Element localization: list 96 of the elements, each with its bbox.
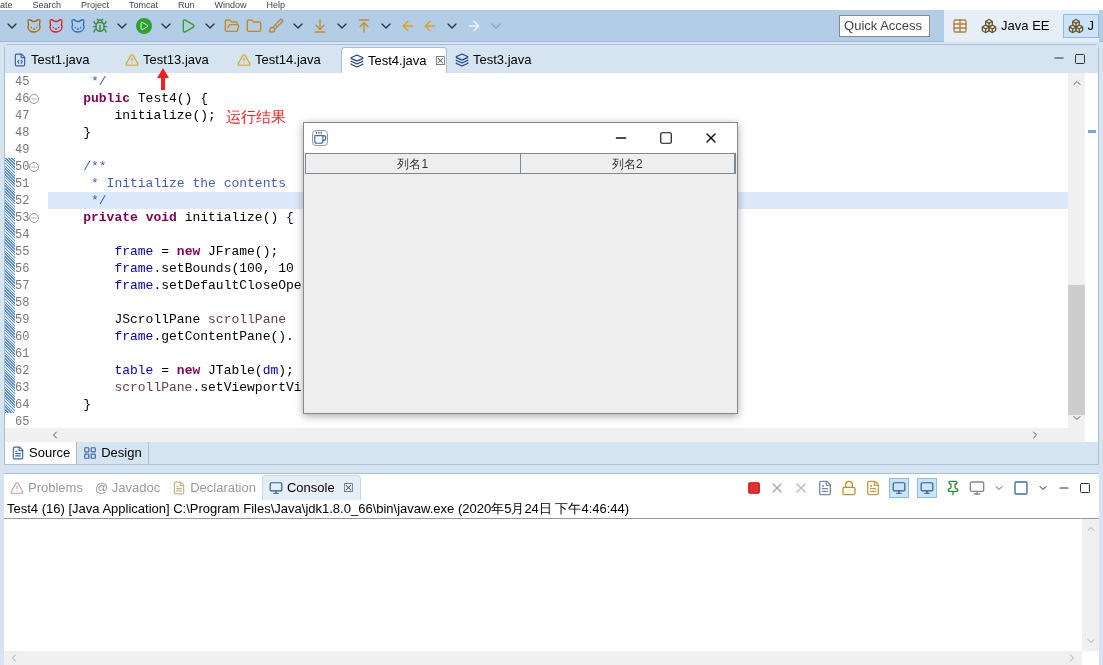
line-number: 61 (15, 345, 30, 363)
line-number: 63 (15, 379, 30, 397)
menu-item[interactable]: Run (178, 0, 195, 10)
cat-icon[interactable] (48, 17, 64, 34)
code-line: scrollPane.setViewportVi (113, 378, 302, 397)
menu-item[interactable]: Window (214, 0, 247, 10)
editor-tab[interactable]: Test1.java (5, 47, 117, 73)
menu-item[interactable]: Search (32, 0, 62, 10)
code-line: initialize(); (113, 106, 216, 125)
code-line: /** (82, 157, 107, 176)
annotation-text: 运行结果 (226, 109, 286, 125)
line-number: 64 (15, 396, 30, 414)
warning-icon (125, 53, 139, 67)
perspective-icon (1067, 17, 1084, 34)
line-number: 60 (15, 328, 30, 346)
perspective-icon (981, 17, 998, 34)
bug-icon[interactable] (92, 17, 108, 34)
line-number: 62 (15, 362, 30, 380)
monitor-icon (268, 481, 283, 495)
pin-icon[interactable] (945, 479, 961, 496)
clear-console-icon[interactable] (817, 479, 833, 496)
editor-mode-tab[interactable]: Source (5, 442, 78, 464)
perspective-button[interactable]: J (1062, 13, 1099, 38)
layers-icon (350, 53, 364, 68)
java-cup-icon (312, 130, 328, 146)
run-icon[interactable] (136, 17, 152, 34)
editor-tab[interactable]: Test13.java (117, 47, 229, 73)
folder-icon[interactable] (246, 17, 262, 34)
warning-icon (10, 480, 24, 495)
scroll-lock-icon[interactable] (841, 479, 857, 496)
cat-icon[interactable] (26, 17, 42, 34)
cat-icon[interactable] (70, 17, 86, 34)
menu-item[interactable]: Help (266, 0, 286, 10)
open-perspective-icon[interactable] (952, 17, 969, 34)
scrollbar-thumb[interactable] (1068, 285, 1085, 415)
code-line: table = new JTable(dm); (113, 361, 294, 380)
line-number: 52 (15, 192, 30, 210)
line-number: 56 (15, 260, 30, 278)
code-line: * Initialize the contents (90, 174, 287, 193)
line-number: 51 (15, 175, 30, 193)
line-number: 59 (15, 311, 30, 329)
code-line: */ (90, 191, 107, 210)
show-error-icon[interactable] (917, 477, 937, 498)
code-line: } (82, 395, 91, 414)
code-line: frame = new JFrame(); (113, 242, 279, 261)
document-icon (11, 446, 25, 460)
folder-icon[interactable] (224, 17, 240, 34)
file-icon (13, 53, 27, 67)
line-number: 49 (15, 141, 30, 159)
code-line: frame.getContentPane(). (113, 327, 294, 346)
editor-tab[interactable]: Test4.java ☒ (341, 47, 447, 73)
play-icon[interactable] (180, 17, 196, 34)
menu-item[interactable]: Tomcat (129, 0, 159, 10)
warning-icon (237, 53, 251, 67)
code-line: public Test4() { (82, 89, 209, 108)
document-icon (172, 480, 187, 495)
monitor-icon[interactable] (969, 479, 985, 496)
menu-item[interactable]: Project (81, 0, 110, 10)
line-number: 50 (15, 158, 30, 176)
line-number: 46 (15, 90, 30, 108)
line-number: 54 (15, 226, 30, 244)
line-number: 48 (15, 124, 30, 142)
line-number: 45 (15, 73, 30, 91)
code-line: frame.setDefaultCloseOpe (113, 276, 302, 295)
quick-access-field[interactable]: Quick Access (839, 14, 931, 37)
arrow-down-icon[interactable] (312, 17, 328, 34)
line-number: 47 (15, 107, 30, 125)
line-number: 65 (15, 413, 30, 431)
panel-tab[interactable]: Console ☒ (261, 475, 361, 500)
menu-item[interactable]: ate (0, 0, 13, 10)
maximize-icon[interactable] (1074, 53, 1086, 65)
editor-tab[interactable]: Test14.java (229, 47, 341, 73)
overview-marker[interactable] (1087, 130, 1096, 133)
maximize-icon[interactable] (659, 131, 673, 145)
console-title: Test4 (16) [Java Application] C:\Program Files\Java\jdk1.8.0_66\bin\javaw.exe (2020年5月24日 下午4:46:44) (7, 500, 630, 519)
code-line: private void initialize() { (82, 208, 294, 227)
code-line: } (82, 123, 91, 142)
layers-icon (455, 53, 469, 67)
stop-icon[interactable] (747, 480, 761, 495)
word-wrap-icon[interactable] (865, 479, 881, 496)
show-output-icon[interactable] (889, 477, 909, 498)
arrow-up-icon[interactable] (356, 17, 372, 34)
grid-icon (83, 446, 98, 460)
perspective-button[interactable]: Java EE (976, 13, 1055, 38)
line-number: 53 (15, 209, 30, 227)
maximize-icon[interactable] (1079, 481, 1091, 494)
code-line: JScrollPane scrollPane (113, 310, 287, 329)
brush-icon[interactable] (268, 17, 284, 34)
code-line: frame.setBounds(100, 10 (113, 259, 294, 278)
line-number: 55 (15, 243, 30, 261)
code-line: */ (90, 72, 107, 91)
line-number: 58 (15, 294, 30, 312)
new-console-icon[interactable] (1013, 479, 1029, 496)
editor-tab[interactable]: Test3.java (447, 47, 559, 73)
annotation-arrow (157, 68, 169, 90)
line-number: 57 (15, 277, 30, 295)
